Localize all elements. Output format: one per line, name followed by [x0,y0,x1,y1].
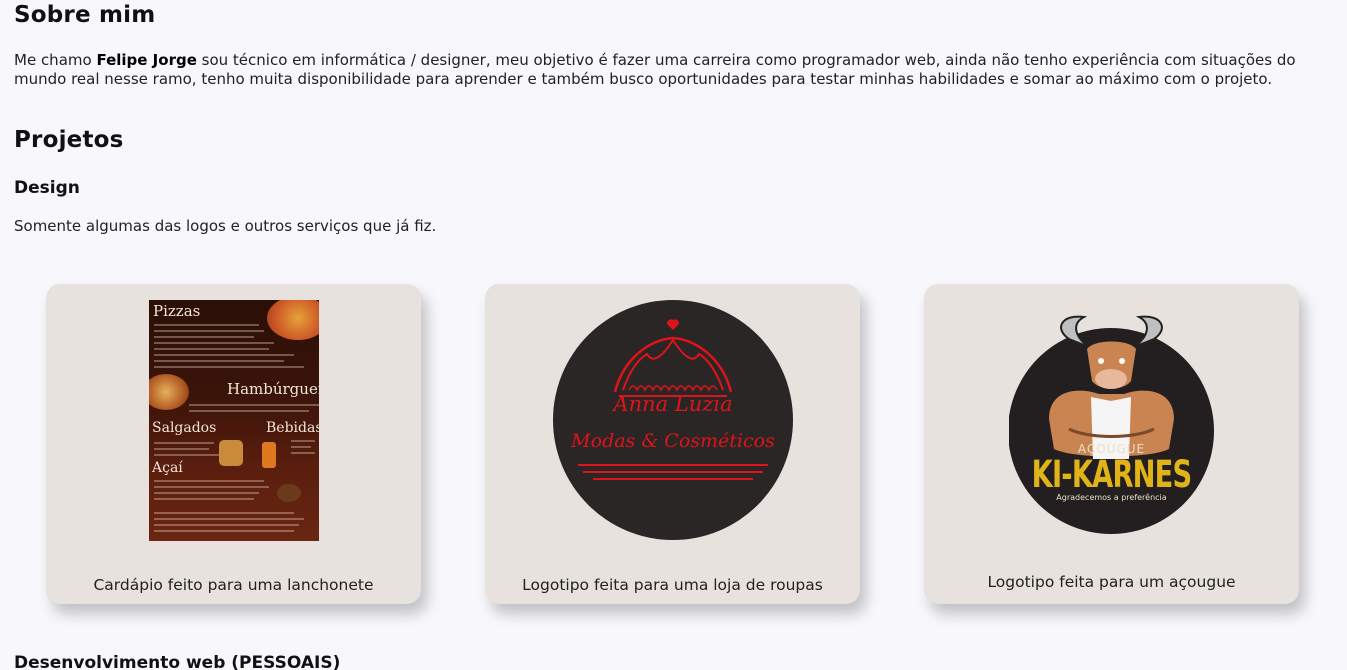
menu-flyer-image[interactable]: Pizzas Hambúrguers Salgados Bebidas [149,300,319,541]
about-text: Me chamo Felipe Jorge sou técnico em inf… [14,51,1314,88]
card-caption: Cardápio feito para uma lanchonete [93,576,374,594]
snack-image [219,440,243,466]
project-card-butcher-logo[interactable]: AÇOUGUE KI-KARNES Agradecemos a preferên… [924,284,1299,604]
card-caption: Logotipo feita para uma loja de roupas [522,576,823,594]
about-intro: Me chamo [14,51,97,69]
logo-tagline: Agradecemos a preferência [1056,493,1167,502]
acai-bowl-image [277,484,301,502]
logo-brand-name: KI-KARNES [1031,453,1193,496]
logo-brand-name: Anna Luzia [613,392,733,416]
project-card-menu[interactable]: Pizzas Hambúrguers Salgados Bebidas [46,284,421,604]
about-heading: Sobre mim [14,2,156,28]
design-heading: Design [14,178,80,198]
clothing-store-logo[interactable]: Anna Luzia Modas & Cosméticos [553,300,793,540]
drink-image [262,442,276,468]
page: Sobre mim Me chamo Felipe Jorge sou técn… [0,0,1347,670]
menu-pizzas-label: Pizzas [153,302,201,320]
pizza-image [267,300,319,340]
menu-salgados-label: Salgados [152,420,217,436]
author-name: Felipe Jorge [96,51,197,69]
about-body: sou técnico em informática / designer, m… [14,51,1296,88]
web-dev-heading: Desenvolvimento web (PESSOAIS) [14,653,341,670]
logo-brand-tagline: Modas & Cosméticos [571,430,775,452]
design-lead: Somente algumas das logos e outros servi… [14,217,437,235]
menu-acai-label: Açaí [152,460,183,476]
burger-image [149,374,189,410]
menu-hamburguers-label: Hambúrguers [227,380,319,398]
project-card-clothing-logo[interactable]: Anna Luzia Modas & Cosméticos Logotipo f… [485,284,860,604]
butcher-logo[interactable]: AÇOUGUE KI-KARNES Agradecemos a preferên… [1008,309,1214,534]
projects-heading: Projetos [14,127,124,153]
menu-bebidas-label: Bebidas [266,420,319,436]
card-caption: Logotipo feita para um açougue [987,573,1236,591]
tiara-icon [578,319,768,480]
